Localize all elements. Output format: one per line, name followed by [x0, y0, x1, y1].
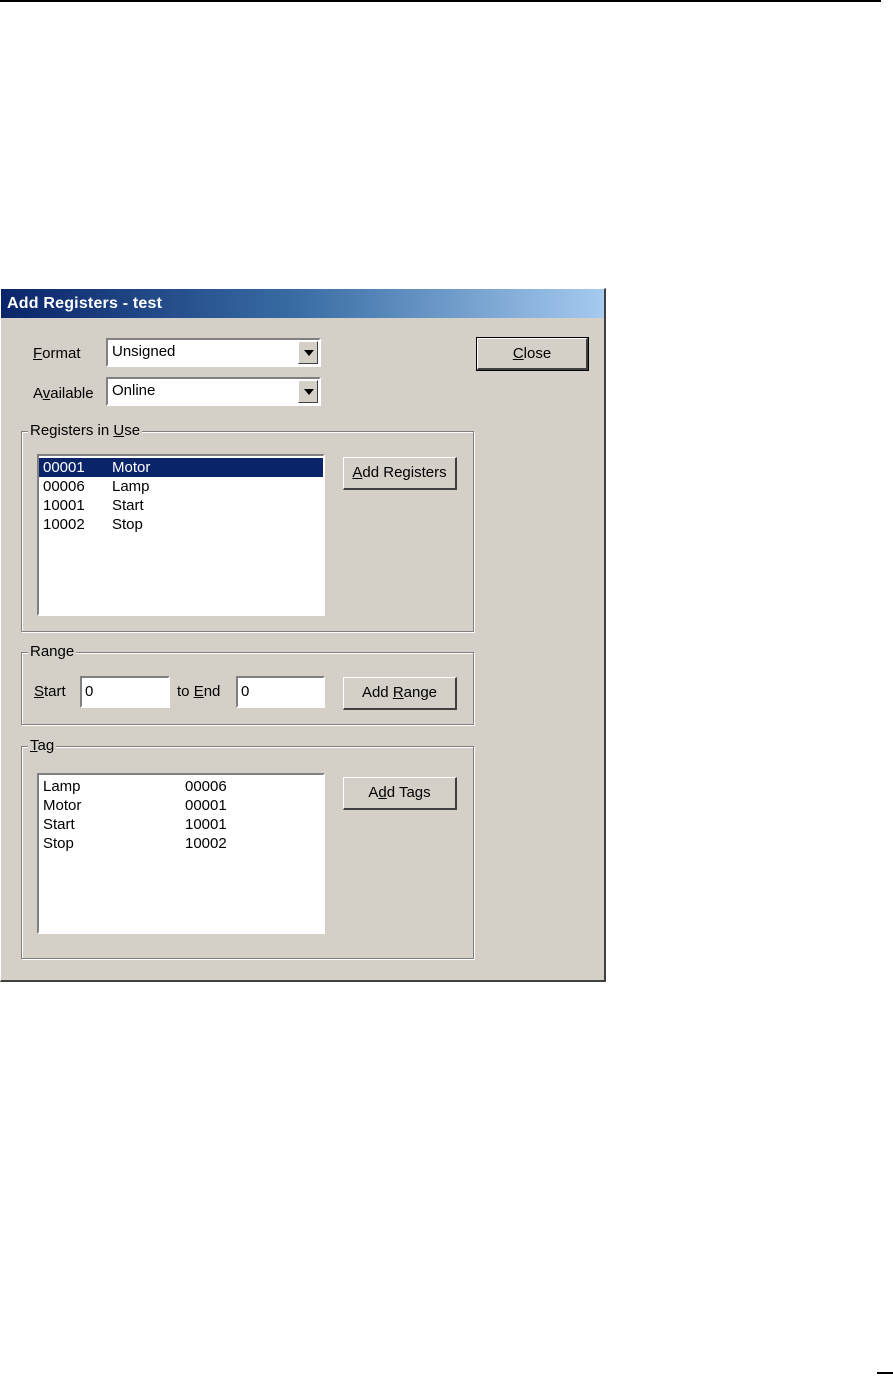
format-value: Unsigned — [112, 343, 176, 360]
dialog-title: Add Registers - test — [7, 295, 163, 312]
tags-listbox[interactable]: Lamp 00006 Motor 00001 Start 10001 Stop 10002 — [37, 773, 325, 934]
page-top-rule — [0, 0, 881, 2]
range-group: Range Start 0 to End 0 Add Range — [21, 643, 474, 725]
register-row[interactable]: 10001 Start — [39, 496, 323, 515]
register-row-name: Stop — [112, 516, 143, 533]
registers-in-use-group: Registers in Use 00001 Motor 00006 Lamp 1000… — [21, 422, 474, 632]
register-row-address: 10002 — [43, 516, 85, 533]
register-row-address: 00006 — [43, 478, 85, 495]
tag-row-name: Lamp — [43, 778, 81, 795]
add-range-button[interactable]: Add Range — [343, 677, 457, 710]
tag-row[interactable]: Lamp 00006 — [39, 777, 323, 796]
tag-group: Tag Lamp 00006 Motor 00001 Start 10001 Stop 100… — [21, 737, 474, 959]
available-value: Online — [112, 382, 156, 399]
end-input[interactable]: 0 — [236, 676, 325, 708]
add-tags-button[interactable]: Add Tags — [343, 777, 457, 810]
tag-row-name: Stop — [43, 835, 74, 852]
tag-row[interactable]: Motor 00001 — [39, 796, 323, 815]
register-row-name: Start — [112, 497, 144, 514]
add-registers-button[interactable]: Add Registers — [343, 457, 457, 490]
page-bottom-mark — [877, 1372, 893, 1374]
range-title: Range — [28, 643, 77, 660]
tag-row-name: Motor — [43, 797, 82, 814]
register-row[interactable]: 00001 Motor — [39, 458, 323, 477]
available-label: Available — [33, 385, 94, 402]
register-row-address: 00001 — [43, 459, 85, 476]
close-button[interactable]: Close — [476, 337, 589, 371]
tag-row-address: 10002 — [185, 835, 227, 852]
tag-row-address: 10001 — [185, 816, 227, 833]
register-row[interactable]: 00006 Lamp — [39, 477, 323, 496]
available-select[interactable]: Online — [106, 377, 321, 406]
format-select[interactable]: Unsigned — [106, 338, 321, 367]
start-label: Start — [34, 683, 66, 700]
tag-row-address: 00001 — [185, 797, 227, 814]
end-label: to End — [177, 683, 221, 700]
tag-title: Tag — [28, 737, 57, 754]
register-row-name: Lamp — [112, 478, 150, 495]
register-row-address: 10001 — [43, 497, 85, 514]
format-dropdown-arrow-icon[interactable] — [298, 341, 318, 364]
available-dropdown-arrow-icon[interactable] — [298, 380, 318, 403]
register-row-name: Motor — [112, 459, 151, 476]
tag-row[interactable]: Start 10001 — [39, 815, 323, 834]
tag-row-address: 00006 — [185, 778, 227, 795]
tag-row[interactable]: Stop 10002 — [39, 834, 323, 853]
format-label: Format — [33, 345, 81, 362]
registers-in-use-title: Registers in Use — [28, 422, 143, 439]
tag-row-name: Start — [43, 816, 75, 833]
add-registers-dialog: Add Registers - test Format Unsigned Ava… — [0, 288, 606, 982]
dialog-title-bar[interactable]: Add Registers - test — [1, 289, 604, 318]
start-input[interactable]: 0 — [80, 676, 170, 708]
registers-listbox[interactable]: 00001 Motor 00006 Lamp 10001 Start 10002 Stop — [37, 454, 325, 616]
register-row[interactable]: 10002 Stop — [39, 515, 323, 534]
